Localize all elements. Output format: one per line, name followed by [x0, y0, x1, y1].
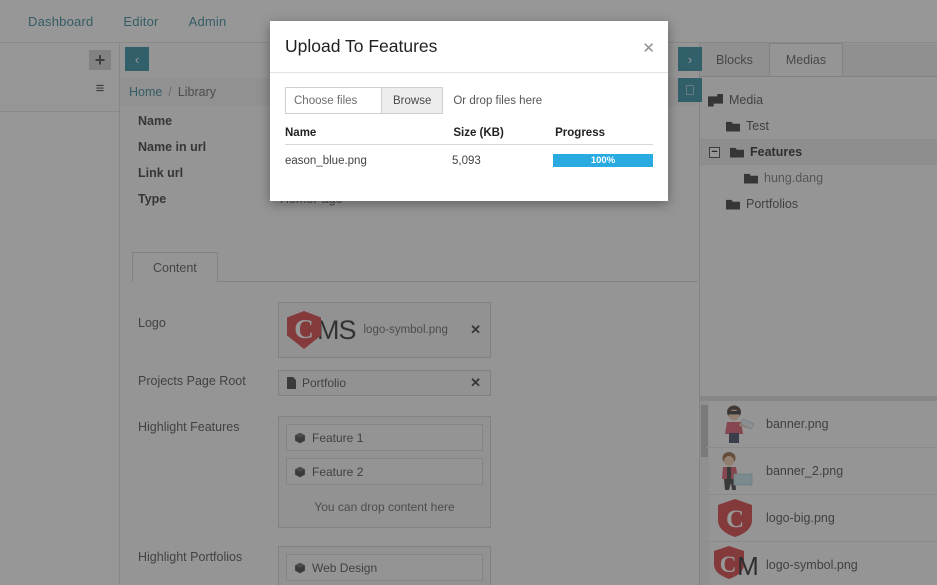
column-header-size: Size (KB) — [453, 127, 555, 139]
choose-files-input[interactable]: Choose files — [285, 87, 382, 114]
modal-header: Upload To Features ✕ — [270, 21, 668, 73]
upload-modal: Upload To Features ✕ Choose files Browse… — [270, 21, 668, 201]
progress-bar-fill: 100% — [553, 154, 653, 167]
table-row: eason_blue.png 5,093 100% — [285, 145, 653, 167]
browse-button[interactable]: Browse — [382, 87, 443, 114]
app-root: Dashboard Editor Admin + ≡ eb Design App… — [0, 0, 937, 585]
cell-file-size: 5,093 — [452, 155, 553, 167]
modal-title: Upload To Features — [285, 36, 437, 57]
cell-progress: 100% — [553, 154, 653, 167]
upload-file-table: Name Size (KB) Progress eason_blue.png 5… — [285, 127, 653, 167]
file-upload-row: Choose files Browse Or drop files here — [285, 87, 653, 114]
column-header-name: Name — [285, 127, 453, 139]
cell-file-name: eason_blue.png — [285, 155, 452, 167]
modal-body: Choose files Browse Or drop files here N… — [270, 73, 668, 167]
column-header-progress: Progress — [555, 127, 653, 139]
drop-files-hint: Or drop files here — [453, 95, 542, 107]
table-header-row: Name Size (KB) Progress — [285, 127, 653, 145]
close-icon[interactable]: ✕ — [642, 41, 655, 56]
progress-bar-track: 100% — [553, 154, 653, 167]
